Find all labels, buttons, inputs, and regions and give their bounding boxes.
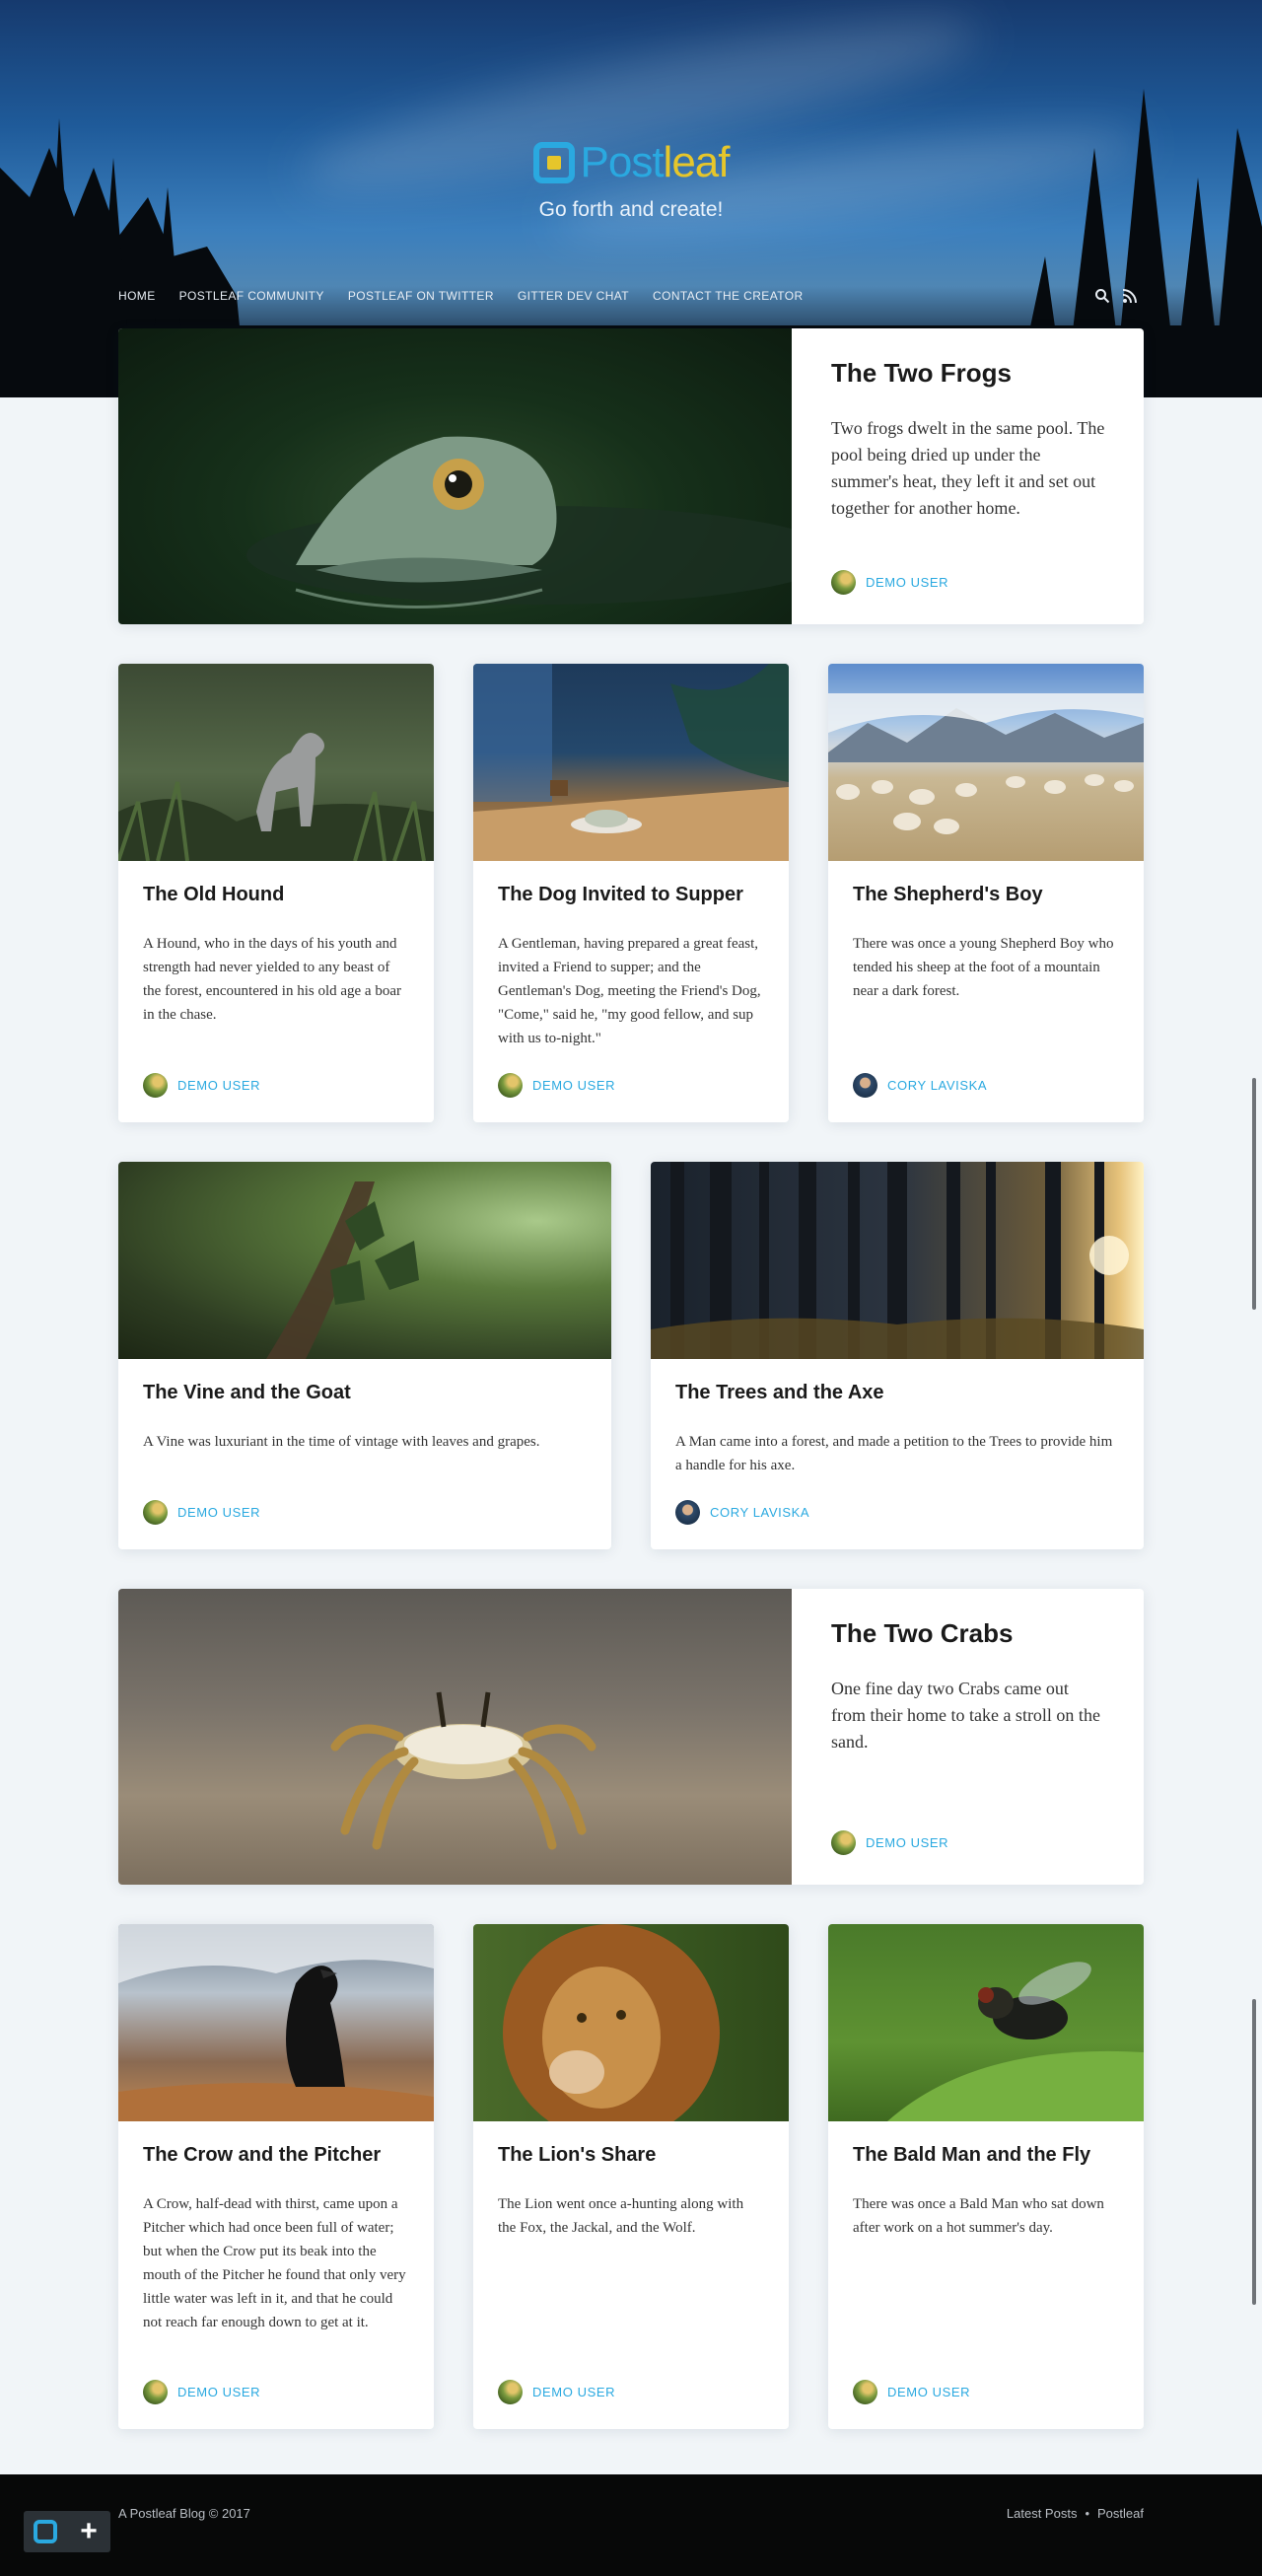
nav-item-home[interactable]: HOME — [118, 289, 156, 303]
author-name[interactable]: DEMO USER — [866, 1835, 948, 1850]
new-post-button[interactable]: + — [67, 2511, 110, 2552]
post-excerpt: A Gentleman, having prepared a great fea… — [498, 936, 761, 1046]
nav-item-gitter-dev-chat[interactable]: GITTER DEV CHAT — [518, 289, 629, 303]
post-card[interactable]: The Crow and the Pitcher A Crow, half-de… — [118, 1924, 434, 2429]
nav-item-postleaf-community[interactable]: POSTLEAF COMMUNITY — [179, 289, 324, 303]
post-title[interactable]: The Two Frogs — [831, 358, 1012, 389]
plus-icon: + — [80, 2515, 98, 2547]
post-image-forest[interactable] — [651, 1162, 1144, 1359]
post-excerpt: A Man came into a forest, and made a pet… — [675, 1434, 1113, 1473]
post-image-lion[interactable] — [473, 1924, 789, 2121]
post-excerpt: There was once a young Shepherd Boy who … — [853, 936, 1114, 999]
search-icon[interactable] — [1094, 288, 1110, 304]
post-title[interactable]: The Crow and the Pitcher — [143, 2144, 381, 2167]
avatar — [831, 1830, 856, 1855]
post-card[interactable]: The Vine and the Goat A Vine was luxuria… — [118, 1162, 611, 1549]
main-nav: HOME POSTLEAF COMMUNITY POSTLEAF ON TWIT… — [118, 289, 804, 303]
author-name[interactable]: CORY LAVISKA — [887, 1078, 987, 1093]
footer-link-latest-posts[interactable]: Latest Posts — [1007, 2506, 1078, 2521]
post-card[interactable]: The Old Hound A Hound, who in the days o… — [118, 664, 434, 1122]
post-excerpt: A Crow, half-dead with thirst, came upon… — [143, 2196, 406, 2330]
avatar — [498, 2380, 523, 2404]
post-title[interactable]: The Bald Man and the Fly — [853, 2144, 1090, 2167]
author-name[interactable]: DEMO USER — [532, 1078, 615, 1093]
author-name[interactable]: DEMO USER — [532, 2385, 615, 2399]
footer-link-postleaf[interactable]: Postleaf — [1097, 2506, 1144, 2521]
nav-icons — [1094, 288, 1138, 304]
post-image-crab[interactable] — [118, 1589, 792, 1885]
post-excerpt: There was once a Bald Man who sat down a… — [853, 2196, 1104, 2236]
avatar — [853, 1073, 877, 1098]
author-name[interactable]: DEMO USER — [887, 2385, 970, 2399]
post-author[interactable]: DEMO USER — [831, 570, 948, 595]
post-excerpt: A Vine was luxuriant in the time of vint… — [143, 1434, 540, 1450]
avatar — [143, 1073, 168, 1098]
author-name[interactable]: DEMO USER — [177, 1078, 260, 1093]
post-card[interactable]: The Bald Man and the Fly There was once … — [828, 1924, 1144, 2429]
author-name[interactable]: DEMO USER — [866, 575, 948, 590]
post-image-frog[interactable] — [118, 328, 792, 624]
post-author[interactable]: DEMO USER — [143, 1500, 260, 1525]
post-card-featured[interactable]: The Two Crabs One fine day two Crabs cam… — [118, 1589, 1144, 1885]
post-image-supper[interactable] — [473, 664, 789, 861]
post-author[interactable]: CORY LAVISKA — [675, 1500, 809, 1525]
post-card[interactable]: The Lion's Share The Lion went once a-hu… — [473, 1924, 789, 2429]
avatar — [143, 2380, 168, 2404]
post-image-sheep[interactable] — [828, 664, 1144, 861]
avatar — [831, 570, 856, 595]
author-name[interactable]: DEMO USER — [177, 1505, 260, 1520]
post-title[interactable]: The Dog Invited to Supper — [498, 884, 743, 906]
postleaf-icon — [34, 2520, 57, 2543]
post-author[interactable]: DEMO USER — [498, 1073, 615, 1098]
post-excerpt: One fine day two Crabs came out from the… — [831, 1679, 1100, 1752]
site-logo[interactable]: Postleaf Go forth and create! — [0, 138, 1262, 222]
post-author[interactable]: CORY LAVISKA — [853, 1073, 987, 1098]
post-title[interactable]: The Lion's Share — [498, 2144, 656, 2167]
post-title[interactable]: The Two Crabs — [831, 1618, 1013, 1649]
footer-copyright: A Postleaf Blog © 2017 — [118, 2506, 250, 2521]
footer-separator: • — [1085, 2506, 1090, 2521]
post-card[interactable]: The Dog Invited to Supper A Gentleman, h… — [473, 664, 789, 1122]
nav-item-contact-creator[interactable]: CONTACT THE CREATOR — [653, 289, 804, 303]
avatar — [498, 1073, 523, 1098]
footer-links: Latest Posts • Postleaf — [1007, 2506, 1144, 2521]
logo-wordmark: Postleaf — [580, 138, 731, 186]
post-image-fly[interactable] — [828, 1924, 1144, 2121]
site-tagline: Go forth and create! — [538, 198, 724, 221]
post-image-dog[interactable] — [118, 664, 434, 861]
post-author[interactable]: DEMO USER — [498, 2380, 615, 2404]
post-excerpt: Two frogs dwelt in the same pool. The po… — [831, 418, 1105, 518]
site-footer: A Postleaf Blog © 2017 Latest Posts • Po… — [0, 2474, 1262, 2576]
postleaf-admin-button[interactable] — [24, 2511, 67, 2552]
author-name[interactable]: CORY LAVISKA — [710, 1505, 809, 1520]
avatar — [143, 1500, 168, 1525]
post-card-featured[interactable]: The Two Frogs Two frogs dwelt in the sam… — [118, 328, 1144, 624]
post-image-vine[interactable] — [118, 1162, 611, 1359]
post-title[interactable]: The Shepherd's Boy — [853, 884, 1043, 906]
admin-toolbar: + — [24, 2511, 110, 2552]
avatar — [675, 1500, 700, 1525]
scrollbar-thumb[interactable] — [1252, 1999, 1256, 2305]
post-title[interactable]: The Vine and the Goat — [143, 1382, 351, 1404]
post-title[interactable]: The Old Hound — [143, 884, 284, 906]
scrollbar-thumb[interactable] — [1252, 1078, 1256, 1310]
rss-icon[interactable] — [1122, 288, 1138, 304]
post-excerpt: The Lion went once a-hunting along with … — [498, 2196, 744, 2236]
post-card[interactable]: The Trees and the Axe A Man came into a … — [651, 1162, 1144, 1549]
postleaf-logo-icon — [532, 142, 575, 183]
post-author[interactable]: DEMO USER — [143, 1073, 260, 1098]
post-excerpt: A Hound, who in the days of his youth an… — [143, 936, 401, 1023]
post-author[interactable]: DEMO USER — [143, 2380, 260, 2404]
avatar — [853, 2380, 877, 2404]
post-author[interactable]: DEMO USER — [853, 2380, 970, 2404]
post-image-crow[interactable] — [118, 1924, 434, 2121]
nav-item-postleaf-twitter[interactable]: POSTLEAF ON TWITTER — [348, 289, 494, 303]
author-name[interactable]: DEMO USER — [177, 2385, 260, 2399]
post-title[interactable]: The Trees and the Axe — [675, 1382, 884, 1404]
post-author[interactable]: DEMO USER — [831, 1830, 948, 1855]
post-card[interactable]: The Shepherd's Boy There was once a youn… — [828, 664, 1144, 1122]
